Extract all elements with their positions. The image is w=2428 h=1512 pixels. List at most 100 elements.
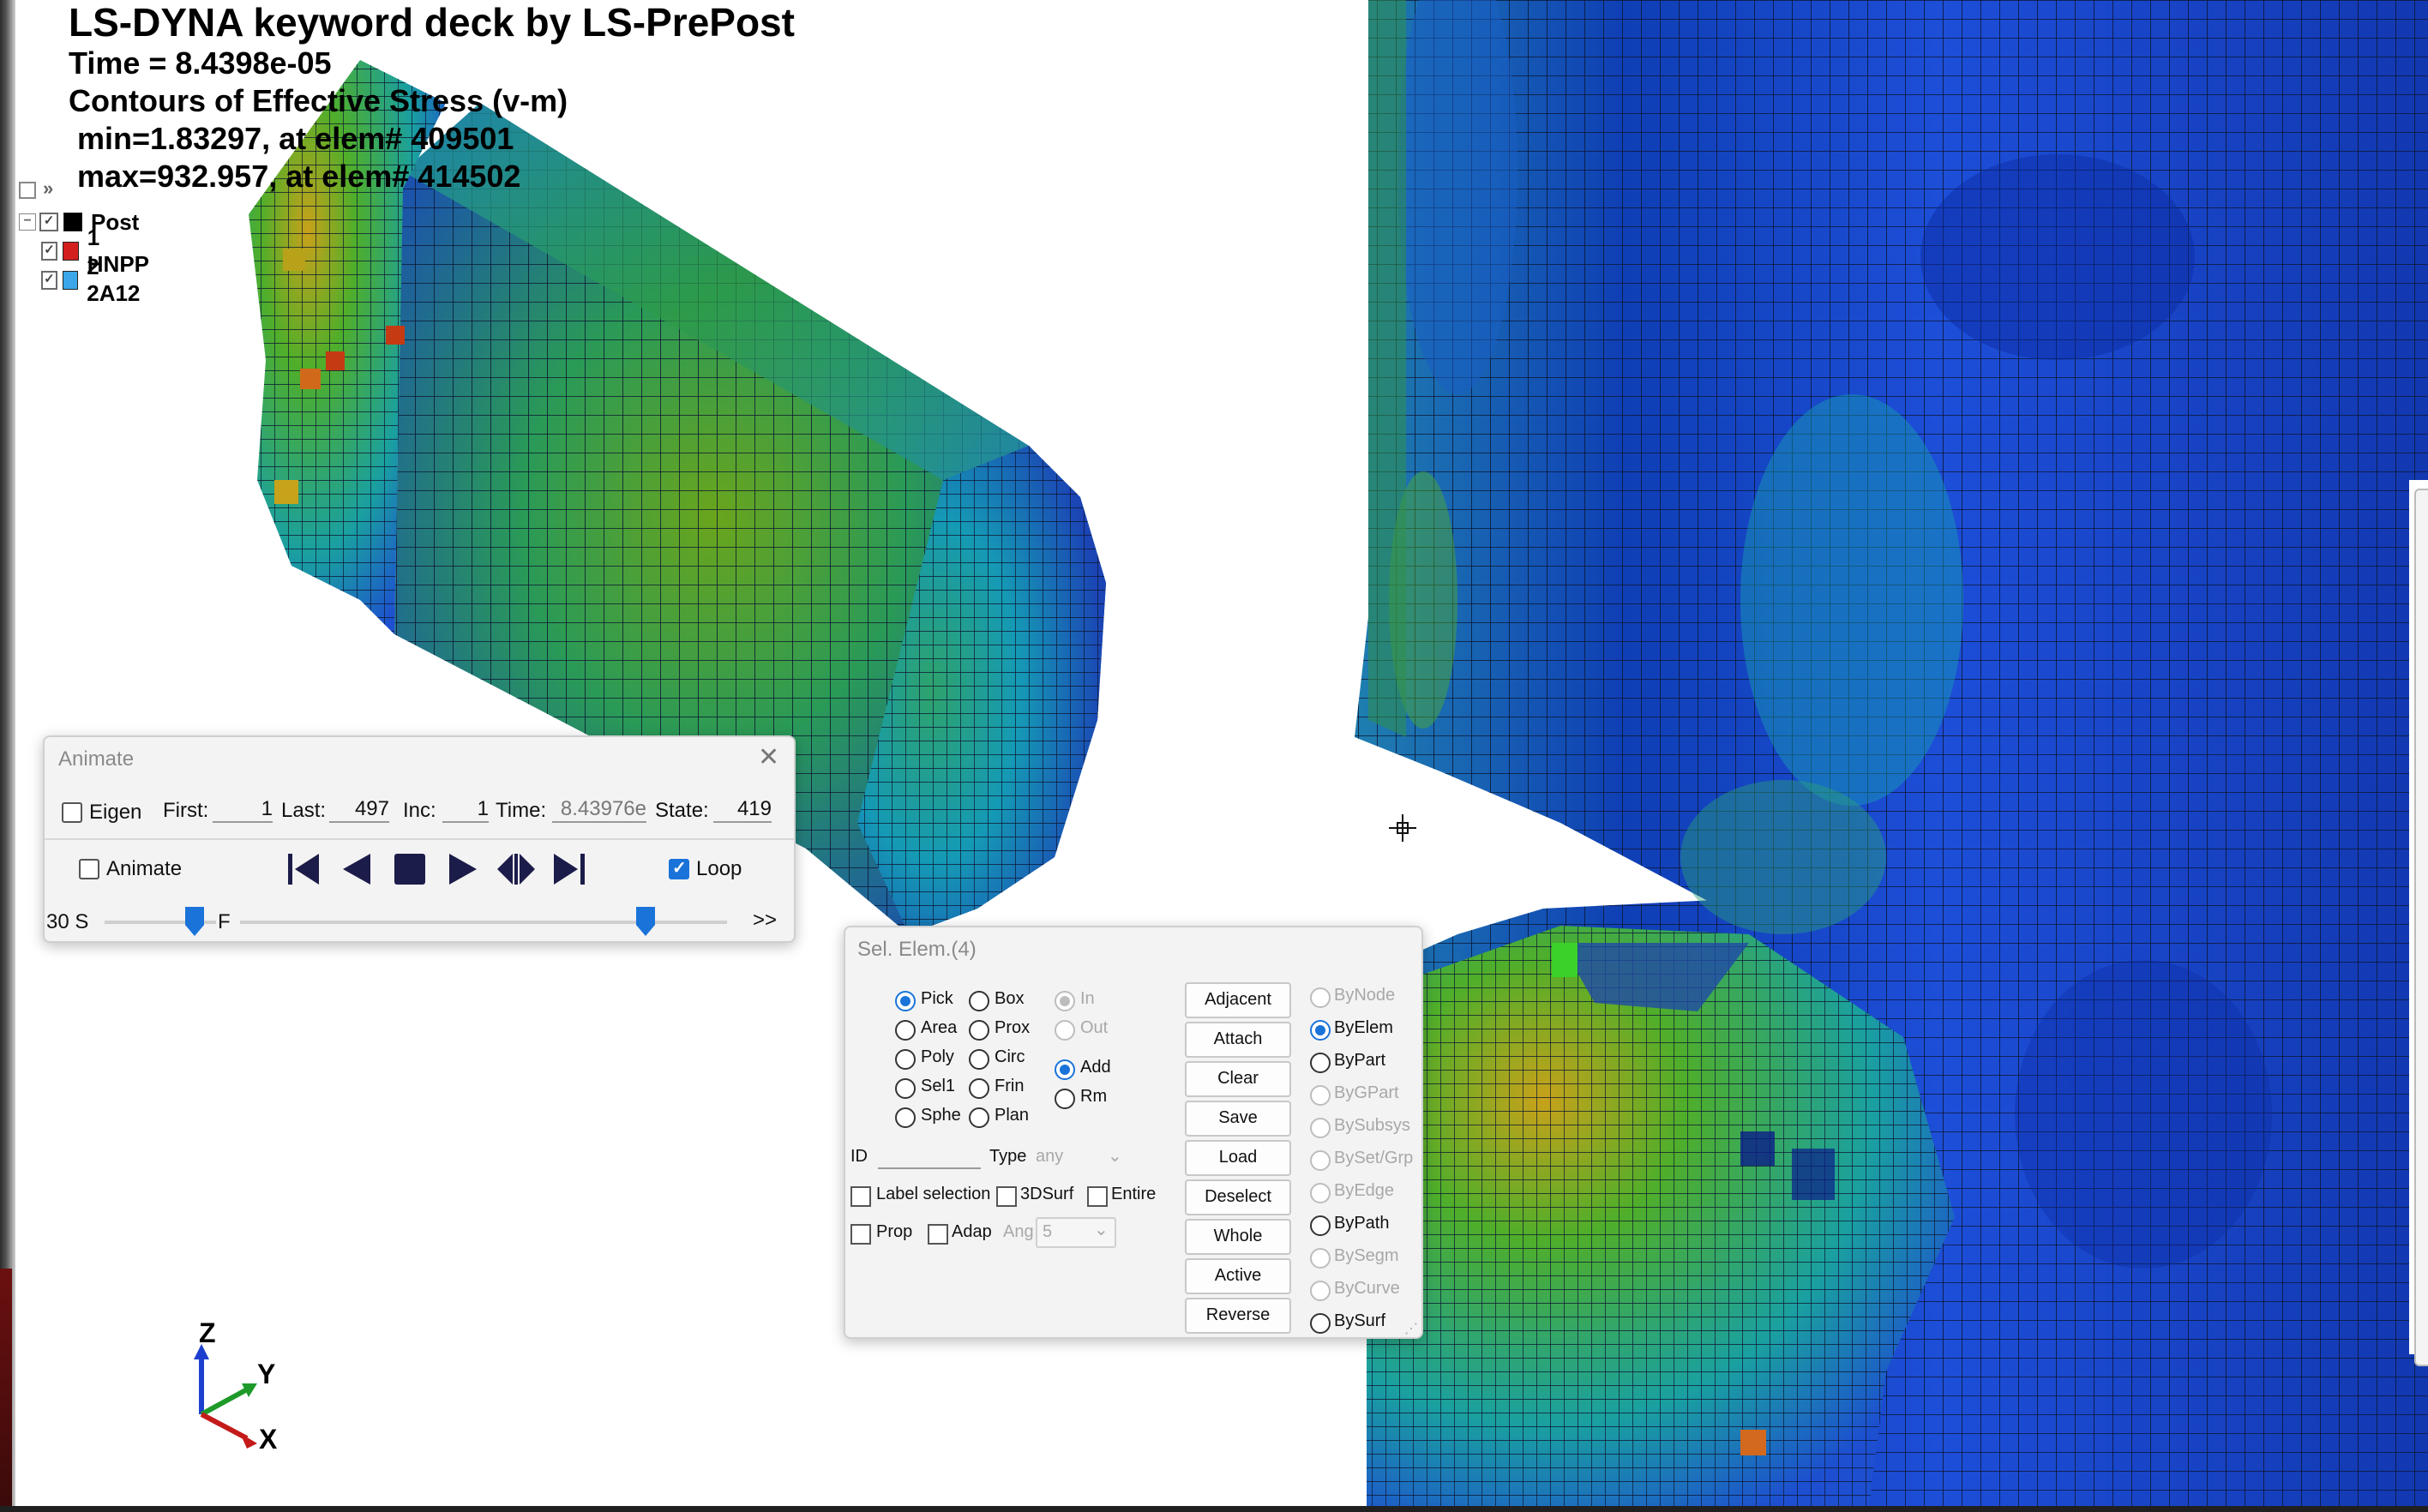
method-radio-plan[interactable] bbox=[969, 1107, 989, 1128]
method-radio-frin[interactable] bbox=[969, 1078, 989, 1099]
animate-checkbox[interactable] bbox=[79, 859, 99, 879]
eigen-checkbox[interactable] bbox=[62, 802, 82, 823]
inc-field[interactable]: 1 bbox=[442, 797, 489, 823]
whole-button[interactable]: Whole bbox=[1185, 1219, 1291, 1255]
load-button[interactable]: Load bbox=[1185, 1140, 1291, 1176]
first-field[interactable]: 1 bbox=[213, 797, 273, 823]
type-select[interactable]: any bbox=[1036, 1147, 1063, 1167]
rm-radio[interactable] bbox=[1055, 1089, 1075, 1109]
crater-region bbox=[1367, 926, 1955, 1506]
rm-label: Rm bbox=[1080, 1087, 1108, 1106]
axis-x-label: X bbox=[259, 1424, 278, 1455]
state-field[interactable]: 419 bbox=[713, 797, 772, 823]
part-visible-checkbox[interactable]: ✓ bbox=[39, 213, 58, 231]
method-label-prox: Prox bbox=[995, 1018, 1031, 1037]
select-panel-title: Sel. Elem.(4) bbox=[857, 938, 977, 961]
deselect-button[interactable]: Deselect bbox=[1185, 1179, 1291, 1215]
first-frame-icon[interactable] bbox=[281, 847, 326, 891]
crosshair-cursor-icon bbox=[1389, 814, 1416, 842]
by-radio-bysetgrp[interactable] bbox=[1310, 1150, 1331, 1171]
entire-checkbox[interactable] bbox=[1087, 1186, 1108, 1207]
method-radio-sphe[interactable] bbox=[895, 1107, 916, 1128]
out-radio[interactable] bbox=[1055, 1020, 1075, 1041]
by-radio-bypath[interactable] bbox=[1310, 1215, 1331, 1236]
method-radio-pick[interactable] bbox=[895, 991, 916, 1011]
active-button[interactable]: Active bbox=[1185, 1258, 1291, 1294]
tree-expander-icon[interactable]: − bbox=[19, 213, 36, 231]
by-radio-bycurve[interactable] bbox=[1310, 1281, 1331, 1301]
3dsurf-checkbox[interactable] bbox=[996, 1186, 1017, 1207]
frame-slider-thumb[interactable] bbox=[636, 907, 655, 936]
prop-label: Prop bbox=[876, 1222, 913, 1241]
reverse-button[interactable]: Reverse bbox=[1185, 1298, 1291, 1334]
by-radio-bysegm[interactable] bbox=[1310, 1248, 1331, 1269]
time-label: Time: bbox=[496, 799, 547, 822]
attach-button[interactable]: Attach bbox=[1185, 1022, 1291, 1058]
adjacent-button[interactable]: Adjacent bbox=[1185, 982, 1291, 1018]
close-icon[interactable]: ✕ bbox=[758, 742, 779, 772]
stop-icon[interactable] bbox=[388, 847, 432, 891]
method-radio-area[interactable] bbox=[895, 1020, 916, 1041]
last-field[interactable]: 497 bbox=[329, 797, 389, 823]
time-readout: Time = 8.4398e-05 bbox=[69, 45, 332, 81]
by-radio-bysubsys[interactable] bbox=[1310, 1118, 1331, 1138]
in-radio[interactable] bbox=[1055, 991, 1075, 1011]
speed-slider-thumb[interactable] bbox=[185, 907, 204, 936]
by-radio-bygpart[interactable] bbox=[1310, 1085, 1331, 1106]
bounce-icon[interactable] bbox=[494, 847, 538, 891]
by-label-byelem: ByElem bbox=[1334, 1018, 1393, 1037]
more-options-button[interactable]: >> bbox=[753, 909, 777, 933]
method-label-pick: Pick bbox=[921, 989, 953, 1008]
id-label: ID bbox=[850, 1147, 868, 1166]
adap-checkbox[interactable] bbox=[928, 1224, 948, 1245]
animate-panel-title: Animate bbox=[58, 747, 135, 771]
method-label-circ: Circ bbox=[995, 1047, 1025, 1066]
method-label-plan: Plan bbox=[995, 1106, 1030, 1125]
contour-readout: Contours of Effective Stress (v-m) bbox=[69, 83, 568, 118]
time-field[interactable]: 8.43976e bbox=[552, 797, 646, 823]
method-radio-circ[interactable] bbox=[969, 1049, 989, 1070]
ang-value: 5 bbox=[1043, 1222, 1053, 1241]
by-radio-byedge[interactable] bbox=[1310, 1183, 1331, 1203]
by-radio-byelem[interactable] bbox=[1310, 1020, 1331, 1041]
label-selection-checkbox[interactable] bbox=[850, 1186, 871, 1207]
method-radio-sel1[interactable] bbox=[895, 1078, 916, 1099]
part-visible-checkbox[interactable]: ✓ bbox=[41, 242, 58, 261]
method-label-box: Box bbox=[995, 989, 1025, 1008]
by-radio-bynode[interactable] bbox=[1310, 987, 1331, 1008]
state-label: State: bbox=[655, 799, 709, 822]
add-radio[interactable] bbox=[1055, 1059, 1075, 1080]
out-label: Out bbox=[1080, 1018, 1109, 1037]
speed-fast-label: F bbox=[218, 910, 231, 933]
inc-label: Inc: bbox=[403, 799, 436, 822]
save-button[interactable]: Save bbox=[1185, 1101, 1291, 1137]
by-radio-bysurf[interactable] bbox=[1310, 1313, 1331, 1334]
clear-button[interactable]: Clear bbox=[1185, 1061, 1291, 1097]
chevron-down-icon[interactable]: ⌄ bbox=[1108, 1145, 1122, 1167]
animate-panel: Animate ✕ Eigen First: 1 Last: 497 Inc: … bbox=[43, 735, 796, 943]
part-visible-checkbox[interactable]: ✓ bbox=[41, 271, 57, 290]
step-back-icon[interactable] bbox=[334, 847, 379, 891]
tree-item-part-2[interactable]: ✓ 2 2A12 bbox=[41, 254, 146, 306]
collapse-icon[interactable] bbox=[19, 182, 36, 199]
by-label-bysubsys: BySubsys bbox=[1334, 1116, 1410, 1135]
method-radio-poly[interactable] bbox=[895, 1049, 916, 1070]
method-radio-box[interactable] bbox=[969, 991, 989, 1011]
method-radio-prox[interactable] bbox=[969, 1020, 989, 1041]
expand-chevron-icon[interactable]: » bbox=[43, 179, 53, 199]
by-label-bygpart: ByGPart bbox=[1334, 1083, 1399, 1102]
by-radio-bypart[interactable] bbox=[1310, 1053, 1331, 1073]
ang-select[interactable]: 5 ⌄ bbox=[1036, 1217, 1116, 1248]
divider bbox=[45, 838, 794, 840]
loop-checkbox[interactable] bbox=[669, 857, 689, 879]
resize-grip-icon[interactable]: ⋰ bbox=[1404, 1320, 1418, 1337]
last-frame-icon[interactable] bbox=[547, 847, 592, 891]
by-label-bypart: ByPart bbox=[1334, 1051, 1386, 1070]
play-icon[interactable] bbox=[441, 847, 485, 891]
id-input[interactable] bbox=[878, 1167, 981, 1169]
window-bottom-edge bbox=[0, 1506, 2428, 1512]
by-label-bysurf: BySurf bbox=[1334, 1311, 1386, 1330]
prop-checkbox[interactable] bbox=[850, 1224, 871, 1245]
tree-toolbar: » bbox=[19, 179, 53, 199]
clipped-side-panel[interactable] bbox=[2414, 489, 2428, 1366]
